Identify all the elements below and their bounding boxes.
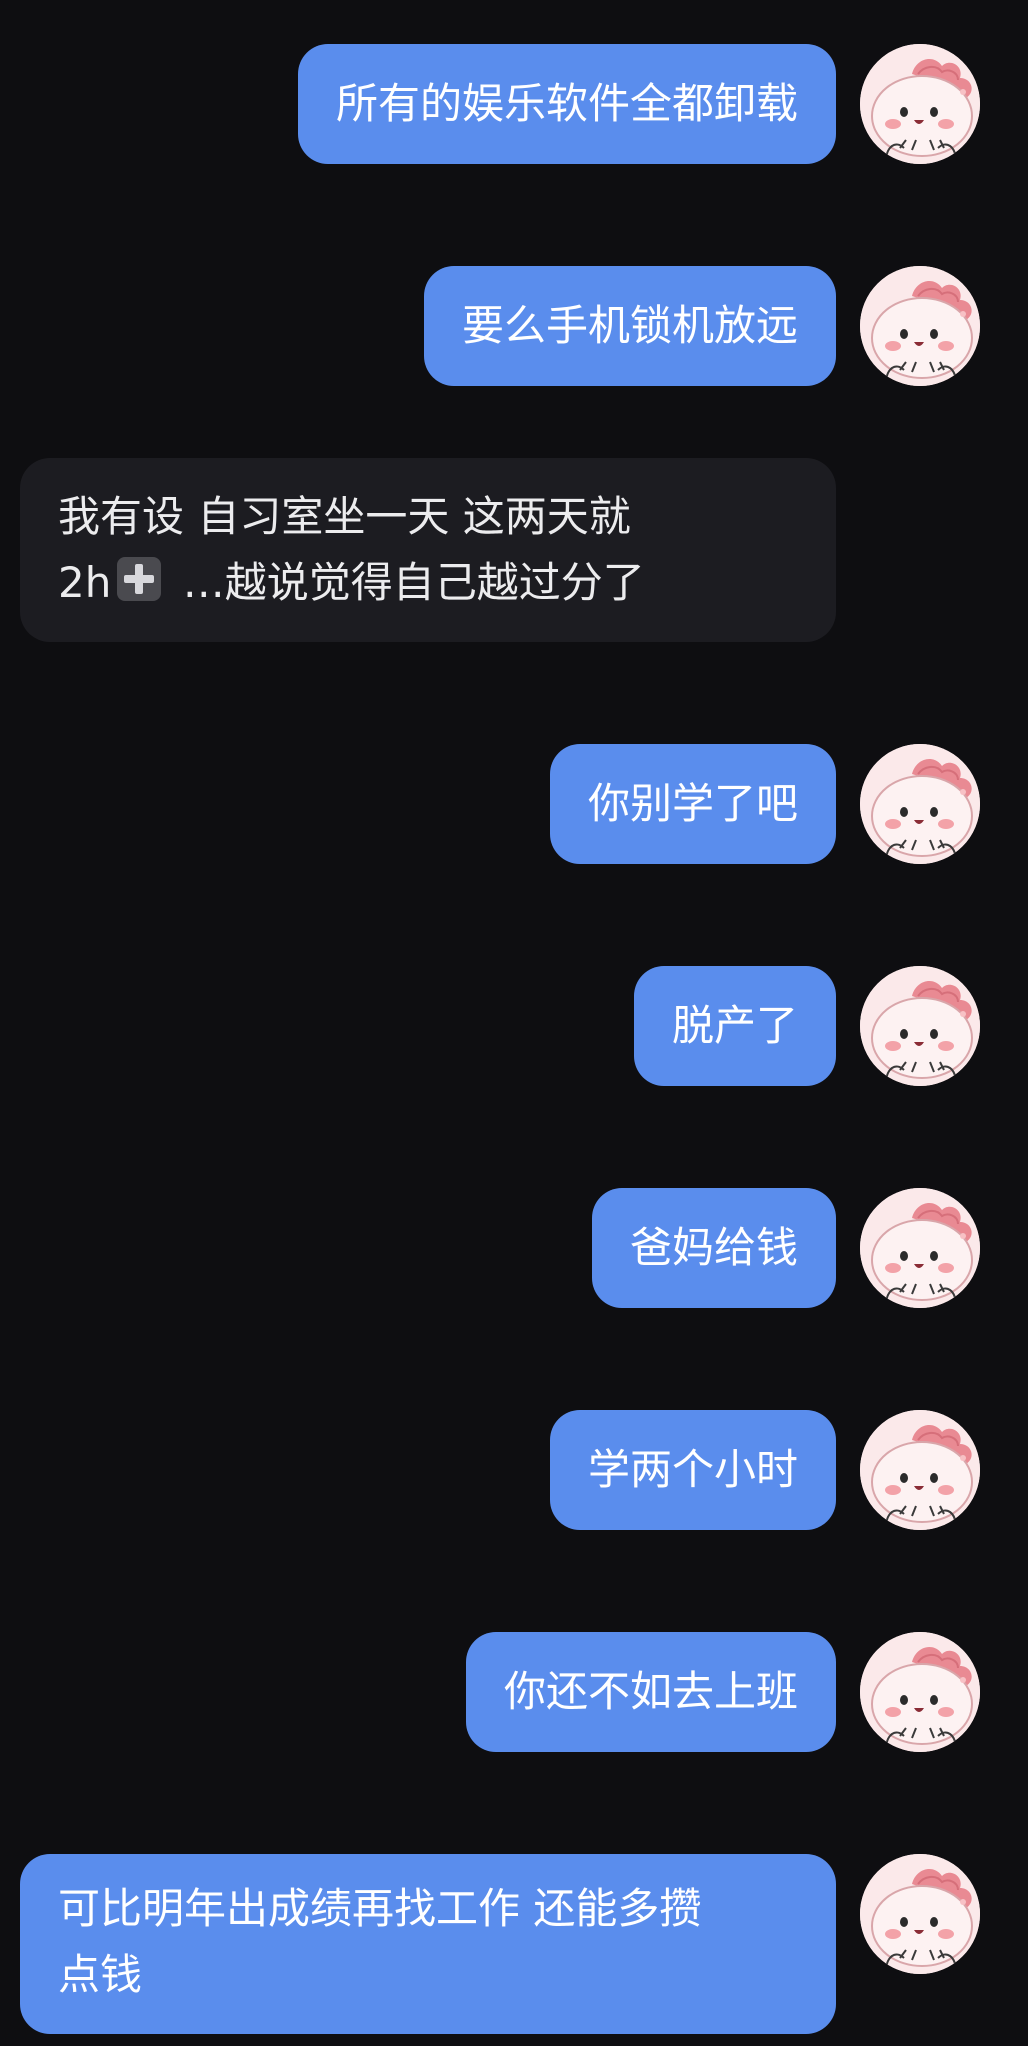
message-text-line: 可比明年出成绩再找工作 还能多攒: [58, 1884, 702, 1933]
message-row: 所有的娱乐软件全都卸载: [0, 44, 1028, 164]
message-row: 学两个小时: [0, 1410, 1028, 1530]
message-text: 爸妈给钱: [629, 1223, 798, 1272]
heavy-plus-sign-emoji: [117, 557, 162, 601]
avatar-image: [860, 266, 980, 386]
avatar[interactable]: [860, 44, 980, 164]
message-text: 脱产了: [671, 1001, 798, 1050]
message-text-line: 2h …越说觉得自己越过分了: [58, 550, 645, 616]
message-text: 要么手机锁机放远: [461, 301, 798, 350]
message-text: 所有的娱乐软件全都卸载: [335, 79, 798, 128]
sent-message-bubble[interactable]: 你还不如去上班: [465, 1632, 836, 1752]
message-row: 我有设 自习室坐一天 这两天就 2h …越说觉得自己越过分了: [0, 458, 1028, 642]
avatar-image: [860, 1188, 980, 1308]
sent-message-bubble[interactable]: 要么手机锁机放远: [423, 266, 836, 386]
avatar[interactable]: [860, 744, 980, 864]
sent-message-bubble[interactable]: 你别学了吧: [549, 744, 836, 864]
avatar[interactable]: [860, 1188, 980, 1308]
message-row: 要么手机锁机放远: [0, 266, 1028, 386]
message-row: 爸妈给钱: [0, 1188, 1028, 1308]
avatar-image: [860, 1410, 980, 1530]
sent-message-bubble[interactable]: 所有的娱乐软件全都卸载: [297, 44, 836, 164]
avatar-image: [860, 966, 980, 1086]
avatar[interactable]: [860, 1632, 980, 1752]
message-text: 你还不如去上班: [503, 1667, 798, 1716]
message-text-line: 点钱: [58, 1950, 143, 1999]
message-row: 你别学了吧: [0, 744, 1028, 864]
message-text: 学两个小时: [587, 1445, 798, 1494]
message-text: 2h: [58, 558, 112, 607]
message-text-line: 我有设 自习室坐一天 这两天就: [58, 492, 631, 541]
avatar-image: [860, 44, 980, 164]
avatar[interactable]: [860, 266, 980, 386]
message-text: 你别学了吧: [587, 779, 798, 828]
message-row: 脱产了: [0, 966, 1028, 1086]
sent-message-bubble[interactable]: 爸妈给钱: [591, 1188, 836, 1308]
avatar-image: [860, 1854, 980, 1974]
avatar[interactable]: [860, 966, 980, 1086]
message-row: 可比明年出成绩再找工作 还能多攒 点钱: [0, 1854, 1028, 2034]
message-row: 你还不如去上班: [0, 1632, 1028, 1752]
avatar[interactable]: [860, 1410, 980, 1530]
avatar[interactable]: [860, 1854, 980, 1974]
avatar-image: [860, 744, 980, 864]
received-message-bubble[interactable]: 我有设 自习室坐一天 这两天就 2h …越说觉得自己越过分了: [20, 458, 836, 642]
sent-message-bubble[interactable]: 学两个小时: [549, 1410, 836, 1530]
sent-message-bubble[interactable]: 脱产了: [633, 966, 836, 1086]
message-text: …越说觉得自己越过分了: [169, 558, 645, 607]
sent-message-bubble[interactable]: 可比明年出成绩再找工作 还能多攒 点钱: [20, 1854, 836, 2034]
avatar-image: [860, 1632, 980, 1752]
